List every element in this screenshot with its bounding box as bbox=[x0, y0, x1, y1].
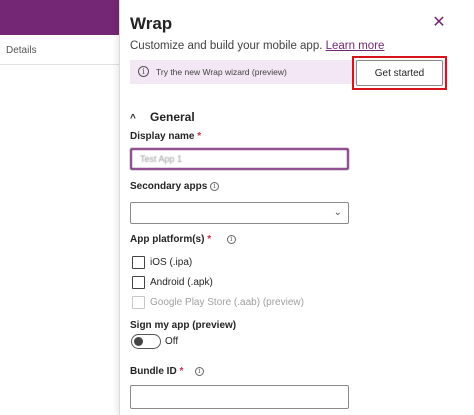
sign-app-label: Sign my app (preview) bbox=[130, 320, 237, 331]
platform-android-label: Android (.apk) bbox=[150, 277, 213, 288]
app-platforms-label-text: App platform(s) bbox=[130, 234, 205, 245]
required-mark: * bbox=[179, 366, 184, 377]
info-icon: i bbox=[138, 66, 149, 77]
sign-app-state: Off bbox=[165, 336, 179, 347]
required-mark: * bbox=[207, 234, 212, 245]
background-page: Details bbox=[0, 0, 119, 415]
secondary-apps-dropdown[interactable]: ⌄ bbox=[130, 202, 349, 224]
panel-title: Wrap bbox=[130, 14, 173, 33]
checkbox bbox=[132, 296, 145, 309]
bundle-id-label: Bundle ID * i bbox=[130, 366, 204, 377]
bundle-id-label-text: Bundle ID bbox=[130, 366, 177, 377]
info-icon[interactable]: i bbox=[226, 234, 236, 244]
tab-details[interactable]: Details bbox=[6, 45, 37, 56]
close-icon[interactable]: ✕ bbox=[431, 15, 447, 31]
platform-ios-label: iOS (.ipa) bbox=[150, 257, 193, 268]
display-name-label: Display name * bbox=[130, 131, 201, 142]
sign-app-toggle[interactable] bbox=[131, 334, 161, 349]
chevron-up-icon: ^ bbox=[130, 113, 136, 124]
chevron-down-icon: ⌄ bbox=[333, 207, 342, 218]
display-name-label-text: Display name bbox=[130, 131, 195, 142]
display-name-input[interactable] bbox=[130, 148, 349, 170]
info-icon[interactable]: i bbox=[194, 366, 204, 376]
panel-subtitle: Customize and build your mobile app. Lea… bbox=[130, 40, 384, 52]
app-platforms-label: App platform(s) * i bbox=[130, 234, 236, 245]
highlight-box bbox=[352, 56, 447, 90]
secondary-apps-label: Secondary apps i bbox=[130, 181, 220, 192]
section-title: General bbox=[150, 110, 195, 124]
learn-more-link[interactable]: Learn more bbox=[326, 40, 385, 52]
secondary-apps-label-text: Secondary apps bbox=[130, 181, 208, 192]
toggle-knob bbox=[134, 337, 143, 346]
banner-text: Try the new Wrap wizard (preview) bbox=[156, 67, 287, 77]
tab-divider bbox=[0, 64, 119, 65]
background-header bbox=[0, 0, 119, 35]
required-mark: * bbox=[197, 131, 202, 142]
platform-playstore-label: Google Play Store (.aab) (preview) bbox=[150, 297, 304, 308]
section-general[interactable]: ^ General bbox=[130, 110, 195, 124]
checkbox[interactable] bbox=[132, 276, 145, 289]
info-icon[interactable]: i bbox=[210, 181, 220, 191]
checkbox[interactable] bbox=[132, 256, 145, 269]
bundle-id-input[interactable] bbox=[130, 385, 349, 409]
subtitle-text: Customize and build your mobile app. bbox=[130, 40, 323, 52]
